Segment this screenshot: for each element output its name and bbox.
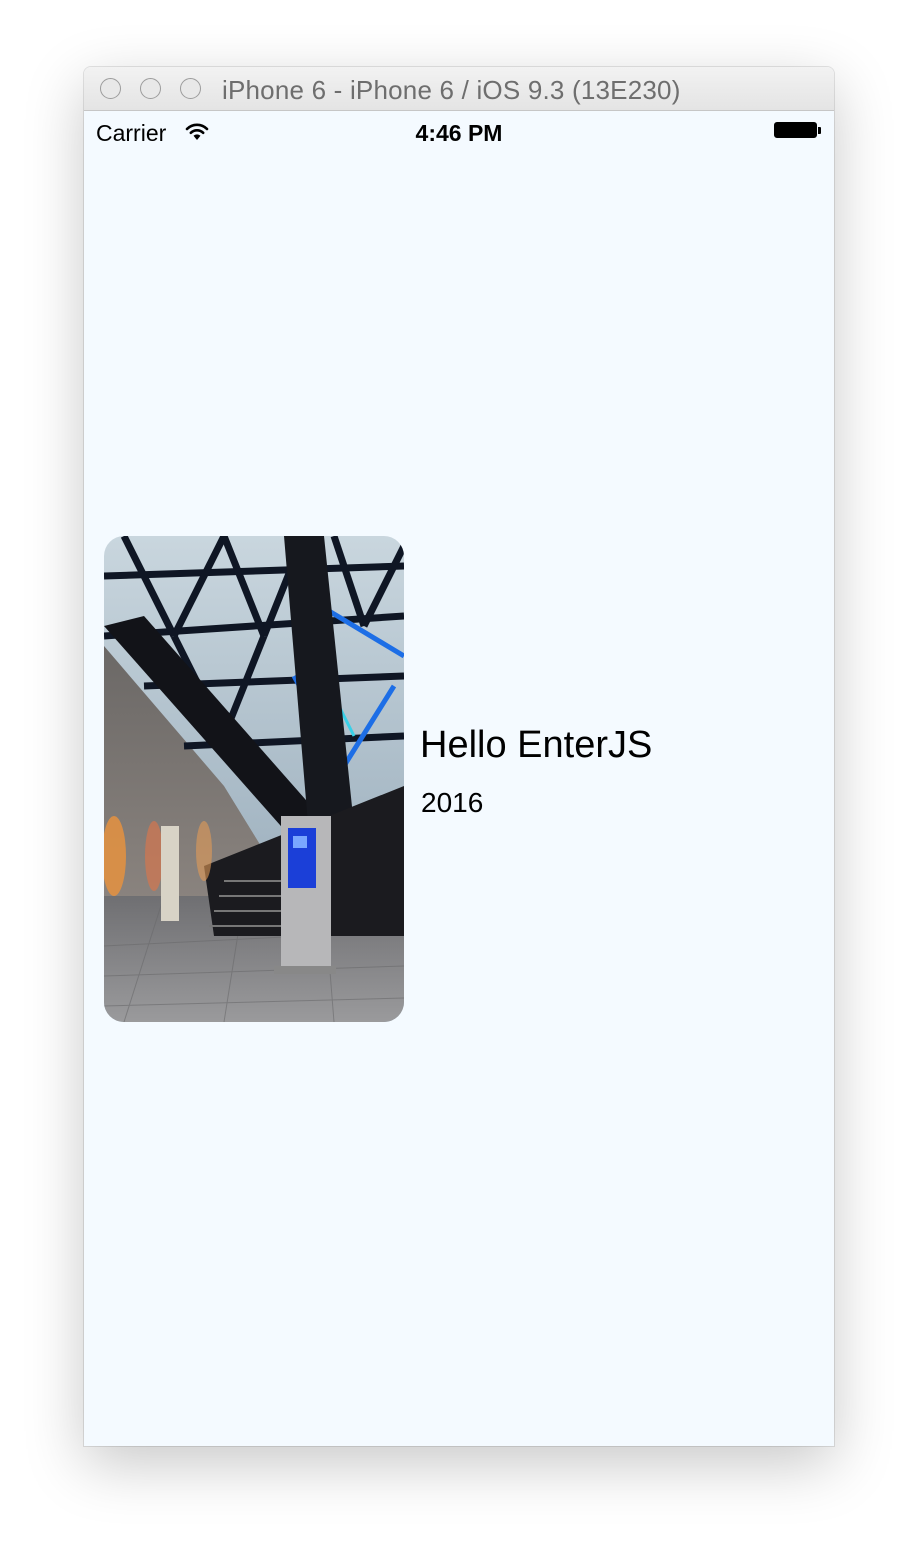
battery-tip-icon [818,127,821,134]
close-button[interactable] [100,78,121,99]
zoom-button[interactable] [180,78,201,99]
photo-image [104,536,404,1022]
simulator-window: iPhone 6 - iPhone 6 / iOS 9.3 (13E230) C… [84,67,834,1446]
window-titlebar[interactable]: iPhone 6 - iPhone 6 / iOS 9.3 (13E230) [84,67,834,111]
status-bar: Carrier 4:46 PM [84,111,834,151]
hello-title: Hello EnterJS [420,724,653,766]
minimize-button[interactable] [140,78,161,99]
year-subtitle: 2016 [421,787,484,818]
battery-icon [774,122,817,138]
window-title: iPhone 6 - iPhone 6 / iOS 9.3 (13E230) [222,75,681,105]
status-time: 4:46 PM [415,120,503,146]
architecture-photo [104,536,404,1022]
